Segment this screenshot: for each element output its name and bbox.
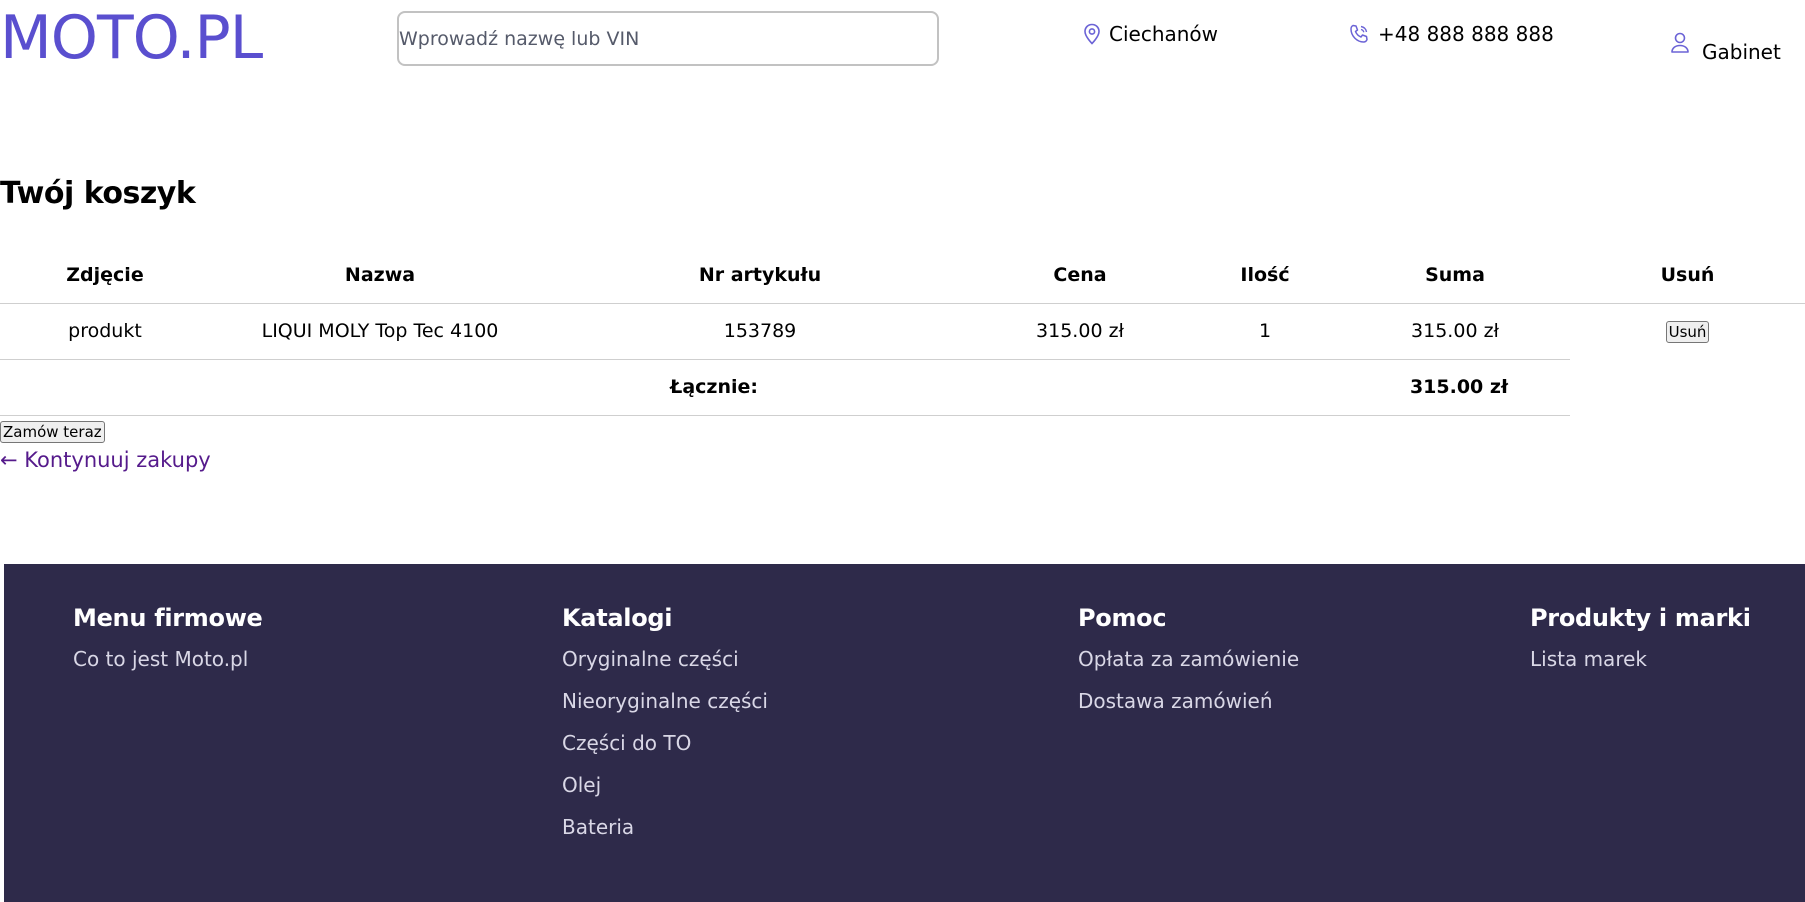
product-article-no: 153789 <box>550 302 970 359</box>
product-sum: 315.00 zł <box>1340 302 1570 359</box>
product-quantity: 1 <box>1190 302 1340 359</box>
footer-link[interactable]: Opłata za zamówienie <box>1078 638 1299 680</box>
continue-shopping-link[interactable]: ← Kontynuuj zakupy <box>0 448 211 472</box>
phone-number: +48 888 888 888 <box>1378 22 1554 46</box>
column-header-name: Nazwa <box>344 264 416 287</box>
order-now-button[interactable]: Zamów teraz <box>0 421 105 443</box>
footer-link[interactable]: Lista marek <box>1530 638 1751 680</box>
footer-link[interactable]: Olej <box>562 764 768 806</box>
footer-heading: Produkty i marki <box>1530 604 1751 632</box>
column-header-price: Cena <box>1053 264 1107 287</box>
table-header-row: Zdjęcie Nazwa Nr artykułu Cena Ilość Sum… <box>0 248 1805 303</box>
phone-icon <box>1348 23 1370 45</box>
phone-contact[interactable]: +48 888 888 888 <box>1348 22 1554 46</box>
footer-column-company: Menu firmowe Co to jest Moto.pl <box>73 604 263 680</box>
product-price: 315.00 zł <box>970 302 1190 359</box>
footer-heading: Menu firmowe <box>73 604 263 632</box>
product-image: produkt <box>0 302 210 359</box>
footer-heading: Pomoc <box>1078 604 1167 632</box>
table-row: produkt LIQUI MOLY Top Tec 4100 153789 3… <box>0 302 1805 359</box>
product-name: LIQUI MOLY Top Tec 4100 <box>210 302 550 359</box>
remove-item-button[interactable]: Usuń <box>1665 320 1710 343</box>
footer-column-brands: Produkty i marki Lista marek <box>1530 604 1751 680</box>
footer-column-help: Pomoc Opłata za zamówienie Dostawa zamów… <box>1078 604 1299 722</box>
column-header-quantity: Ilość <box>1240 264 1290 287</box>
site-footer: Menu firmowe Co to jest Moto.pl Katalogi… <box>4 564 1805 902</box>
site-logo[interactable]: MOTO.PL <box>0 0 263 78</box>
site-header: MOTO.PL Ciechanów +48 888 888 888 <box>0 0 1805 80</box>
remove-cell: Usuń <box>1570 302 1805 359</box>
search-input[interactable] <box>399 13 937 64</box>
cabinet-link[interactable]: Gabinet <box>1670 22 1781 64</box>
location-pin-icon <box>1083 23 1101 45</box>
footer-link[interactable]: Bateria <box>562 806 768 848</box>
location-label: Ciechanów <box>1109 22 1219 46</box>
footer-link[interactable]: Dostawa zamówień <box>1078 680 1299 722</box>
footer-link[interactable]: Oryginalne części <box>562 638 768 680</box>
footer-link[interactable]: Części do TO <box>562 722 768 764</box>
footer-link[interactable]: Nieoryginalne części <box>562 680 768 722</box>
cabinet-label: Gabinet <box>1702 40 1781 64</box>
total-value: 315.00 zł <box>970 358 1570 416</box>
column-header-article: Nr artykułu <box>698 264 822 287</box>
column-header-remove: Usuń <box>1660 264 1715 287</box>
column-header-image: Zdjęcie <box>66 264 144 287</box>
footer-link[interactable]: Co to jest Moto.pl <box>73 638 263 680</box>
user-icon <box>1670 31 1690 55</box>
total-label: Łącznie: <box>0 358 970 416</box>
footer-heading: Katalogi <box>562 604 673 632</box>
footer-column-catalogs: Katalogi Oryginalne części Nieoryginalne… <box>562 604 768 848</box>
cart-table: Zdjęcie Nazwa Nr artykułu Cena Ilość Sum… <box>0 248 1805 416</box>
location-selector[interactable]: Ciechanów <box>1083 22 1218 46</box>
page-title: Twój koszyk <box>0 176 196 211</box>
search-box <box>397 11 939 66</box>
total-row: Łącznie: 315.00 zł <box>0 358 1805 416</box>
column-header-sum: Suma <box>1425 264 1485 287</box>
